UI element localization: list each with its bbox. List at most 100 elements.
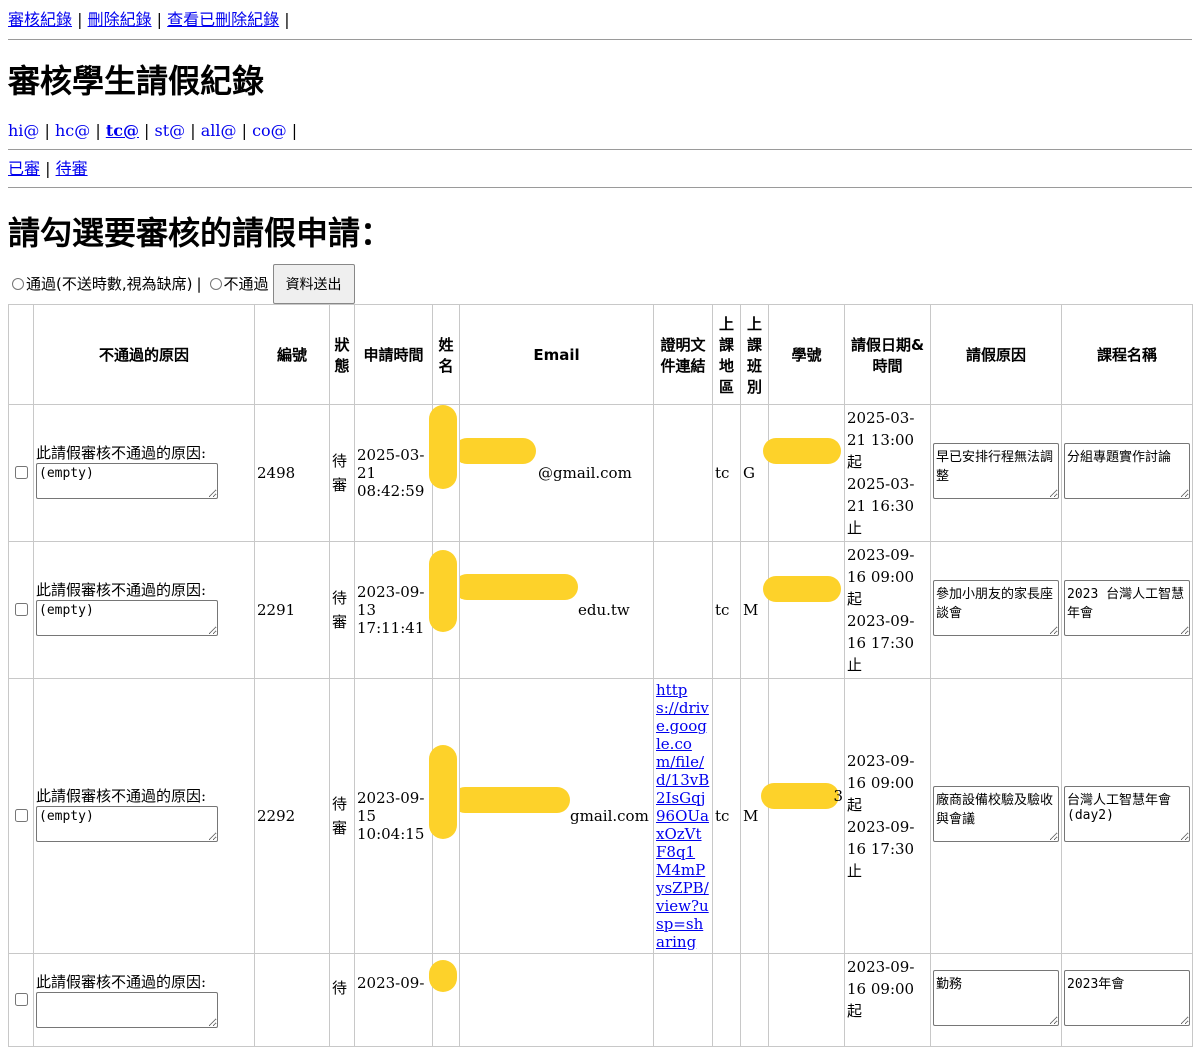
status-cell: 待審: [329, 404, 355, 542]
name-cell: [429, 541, 460, 679]
row-checkbox[interactable]: [15, 603, 28, 616]
reject-reason-cell: 此請假審核不通過的原因: (empty): [33, 404, 255, 542]
nav-link-delete-records[interactable]: 刪除紀錄: [88, 10, 152, 29]
nav-link-review-records[interactable]: 審核紀錄: [8, 10, 72, 29]
status-cell: 待審: [329, 541, 355, 679]
review-action-bar: 通過(不送時數,視為缺席) | 不通過 資料送出: [8, 264, 1192, 304]
table-header-row: 不通過的原因 編號 狀態 申請時間 姓名 Email 證明文件連結 上課地區 上…: [8, 304, 1193, 405]
name-cell: [429, 953, 460, 1047]
tab-co[interactable]: co@: [252, 121, 287, 140]
tab-hi[interactable]: hi@: [8, 121, 39, 140]
redaction-mark: [460, 574, 578, 600]
tab-st[interactable]: st@: [155, 121, 186, 140]
header-email: Email: [459, 304, 654, 405]
approve-label: 通過(不送時數,視為缺席): [26, 275, 193, 293]
name-cell: [429, 404, 460, 542]
proof-document-link[interactable]: https://drive.google.com/file/d/13vB2IsG…: [656, 681, 709, 951]
divider: [8, 149, 1192, 150]
row-select-cell: [8, 541, 34, 679]
leave-reason-input[interactable]: 勤務: [933, 970, 1059, 1026]
leave-reason-cell: 廠商設備校驗及驗收與會議: [930, 678, 1062, 954]
row-checkbox[interactable]: [15, 809, 28, 822]
section-title: 請勾選要審核的請假申請：: [8, 214, 393, 252]
reject-reason-cell: 此請假審核不通過的原因: (empty): [33, 678, 255, 954]
leave-end: 2023-09-16 17:30止: [847, 818, 915, 880]
divider: [8, 187, 1192, 188]
reject-reason-input[interactable]: (empty): [36, 600, 218, 636]
header-leave-reason: 請假原因: [930, 304, 1062, 405]
filter-reviewed-link[interactable]: 已審: [8, 159, 40, 178]
leave-reason-cell: 早已安排行程無法調整: [930, 404, 1062, 542]
tab-all[interactable]: all@: [201, 121, 237, 140]
header-student-id: 學號: [768, 304, 845, 405]
row-checkbox[interactable]: [15, 993, 28, 1006]
approve-radio[interactable]: [12, 278, 24, 290]
course-name-input[interactable]: 分組專題實作討論: [1064, 443, 1190, 499]
proof-link-cell: [653, 953, 713, 1047]
nav-link-view-deleted-records[interactable]: 查看已刪除紀錄: [167, 10, 279, 29]
leave-datetime-cell: 2023-09-16 09:00起 2023-09-16 17:30止: [844, 678, 931, 954]
name-cell: [429, 678, 460, 954]
email-text: @gmail.com: [538, 464, 632, 482]
reject-label: 不通過: [223, 275, 269, 293]
id-cell: 2291: [254, 541, 330, 679]
page-title: 審核學生請假紀錄: [8, 62, 265, 100]
class-cell: G: [740, 404, 769, 542]
reject-reason-label: 此請假審核不通過的原因:: [36, 581, 207, 599]
redaction-mark: [429, 550, 457, 632]
table-row: 此請假審核不通過的原因: (empty) 2498 待審 2025-03-21 …: [8, 404, 1193, 542]
region-cell: tc: [712, 404, 741, 542]
redaction-mark: [429, 745, 457, 839]
reject-reason-cell: 此請假審核不通過的原因: (empty): [33, 541, 255, 679]
email-cell: [459, 953, 654, 1047]
course-name-cell: 分組專題實作討論: [1061, 404, 1193, 542]
tab-hc[interactable]: hc@: [55, 121, 90, 140]
tab-tc[interactable]: tc@: [106, 121, 139, 140]
email-cell: edu.tw: [459, 541, 654, 679]
leave-start: 2023-09-16 09:00起: [847, 546, 915, 608]
student-id-cell: [763, 541, 845, 679]
header-applied-time: 申請時間: [354, 304, 433, 405]
student-id-cell: [763, 404, 845, 542]
region-tabs: hi@ | hc@ | tc@ | st@ | all@ | co@ |: [8, 121, 298, 140]
reject-reason-input[interactable]: [36, 992, 218, 1028]
header-proof-link: 證明文件連結: [653, 304, 713, 405]
header-id: 編號: [254, 304, 330, 405]
filter-pending-link[interactable]: 待審: [56, 159, 88, 178]
table-row: 此請假審核不通過的原因: 待 2023-09- 2023-09-16 09:00…: [8, 953, 1193, 1047]
applied-time-cell: 2023-09-15 10:04:15: [354, 678, 433, 954]
redaction-mark: [761, 783, 839, 809]
leave-datetime-cell: 2023-09-16 09:00起 2023-09-16 17:30止: [844, 541, 931, 679]
reject-reason-input[interactable]: (empty): [36, 806, 218, 842]
row-checkbox[interactable]: [15, 466, 28, 479]
leave-datetime-cell: 2023-09-16 09:00起: [844, 953, 931, 1047]
submit-button[interactable]: 資料送出: [272, 264, 355, 304]
page: 審核紀錄 | 刪除紀錄 | 查看已刪除紀錄 | 審核學生請假紀錄 hi@ | h…: [0, 0, 1200, 1047]
table-row: 此請假審核不通過的原因: (empty) 2292 待審 2023-09-15 …: [8, 678, 1193, 954]
reject-reason-label: 此請假審核不通過的原因:: [36, 444, 207, 462]
course-name-cell: 2023 台灣人工智慧年會: [1061, 541, 1193, 679]
separator: |: [196, 275, 202, 293]
class-cell: M: [740, 678, 769, 954]
reject-reason-label: 此請假審核不通過的原因:: [36, 787, 207, 805]
leave-start: 2025-03-21 13:00起: [847, 409, 915, 471]
email-text: edu.tw: [578, 601, 630, 619]
reject-radio[interactable]: [209, 278, 222, 290]
region-cell: tc: [712, 541, 741, 679]
leave-reason-input[interactable]: 早已安排行程無法調整: [933, 443, 1059, 499]
header-name: 姓名: [432, 304, 460, 405]
course-name-input[interactable]: 2023 台灣人工智慧年會: [1064, 580, 1190, 636]
status-cell: 待審: [329, 678, 355, 954]
leave-reason-input[interactable]: 參加小朋友的家長座談會: [933, 580, 1059, 636]
leave-reason-input[interactable]: 廠商設備校驗及驗收與會議: [933, 786, 1059, 842]
student-id-cell: 3: [761, 678, 845, 954]
applied-time-cell: 2025-03-21 08:42:59: [354, 404, 433, 542]
course-name-input[interactable]: 台灣人工智慧年會(day2): [1064, 786, 1190, 842]
email-cell: @gmail.com: [459, 404, 654, 542]
redaction-mark: [429, 960, 457, 992]
course-name-input[interactable]: 2023年會: [1064, 970, 1190, 1026]
redaction-mark: [763, 438, 841, 464]
region-cell: [712, 953, 741, 1047]
reject-reason-input[interactable]: (empty): [36, 463, 218, 499]
status-filter: 已審 | 待審: [8, 159, 88, 178]
